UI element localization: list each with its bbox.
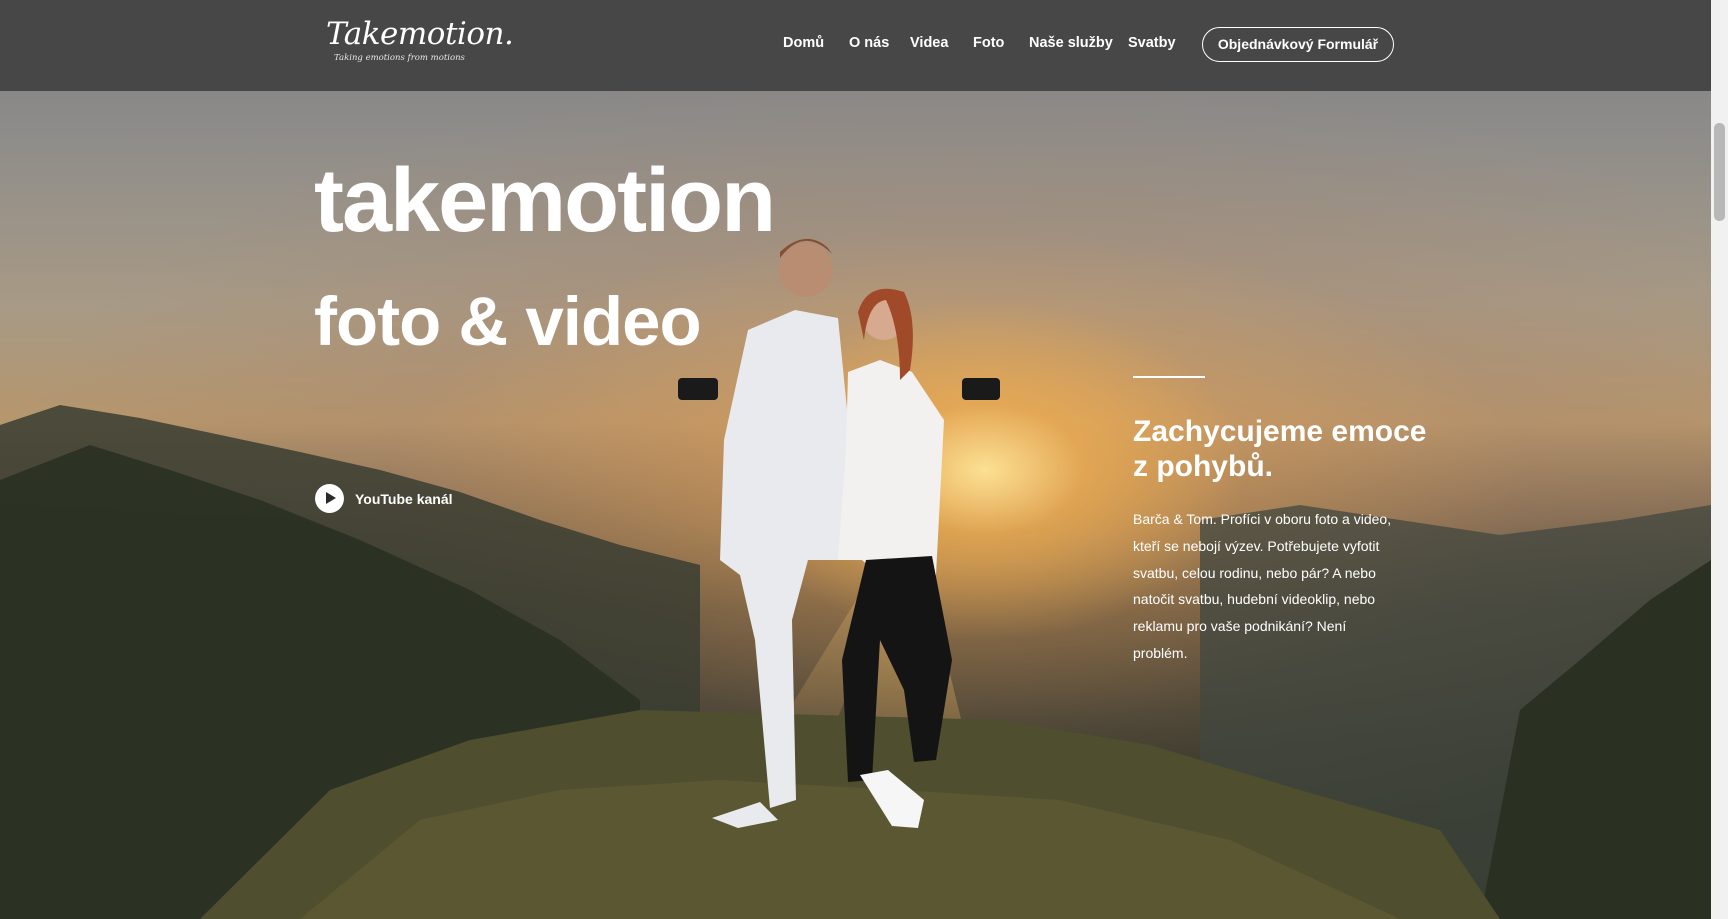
hero-background-photo (0, 238, 1711, 919)
heading-divider (1133, 376, 1205, 378)
page-scrollbar[interactable] (1711, 0, 1728, 919)
hero-section: takemotion foto & video YouTube kanál Za… (0, 0, 1711, 919)
nav-item-services[interactable]: Naše služby (1029, 35, 1113, 51)
nav-item-home[interactable]: Domů (783, 35, 824, 51)
logo-tagline: Taking emotions from motions (334, 53, 465, 63)
nav-item-videos[interactable]: Videa (910, 35, 948, 51)
site-logo[interactable]: Takemotion. Taking emotions from motions (326, 16, 514, 72)
info-heading: Zachycujeme emoce z pohybů. (1133, 415, 1427, 483)
youtube-channel-label[interactable]: YouTube kanál (355, 491, 453, 507)
nav-item-weddings[interactable]: Svatby (1128, 35, 1176, 51)
order-form-button[interactable]: Objednávkový Formulář (1202, 27, 1394, 62)
nav-item-about[interactable]: O nás (849, 35, 889, 51)
info-paragraph: Barča & Tom. Profíci v oboru foto a vide… (1133, 511, 1392, 661)
play-circle-icon[interactable] (315, 484, 344, 513)
logo-title[interactable]: Takemotion. (326, 16, 514, 52)
page-viewport: takemotion foto & video YouTube kanál Za… (0, 0, 1711, 919)
scrollbar-thumb[interactable] (1714, 123, 1725, 221)
nav-item-photo[interactable]: Foto (973, 35, 1004, 51)
top-navbar: Takemotion. Taking emotions from motions… (0, 0, 1711, 91)
hero-title: takemotion (314, 151, 776, 251)
hero-subtitle: foto & video (314, 283, 702, 360)
